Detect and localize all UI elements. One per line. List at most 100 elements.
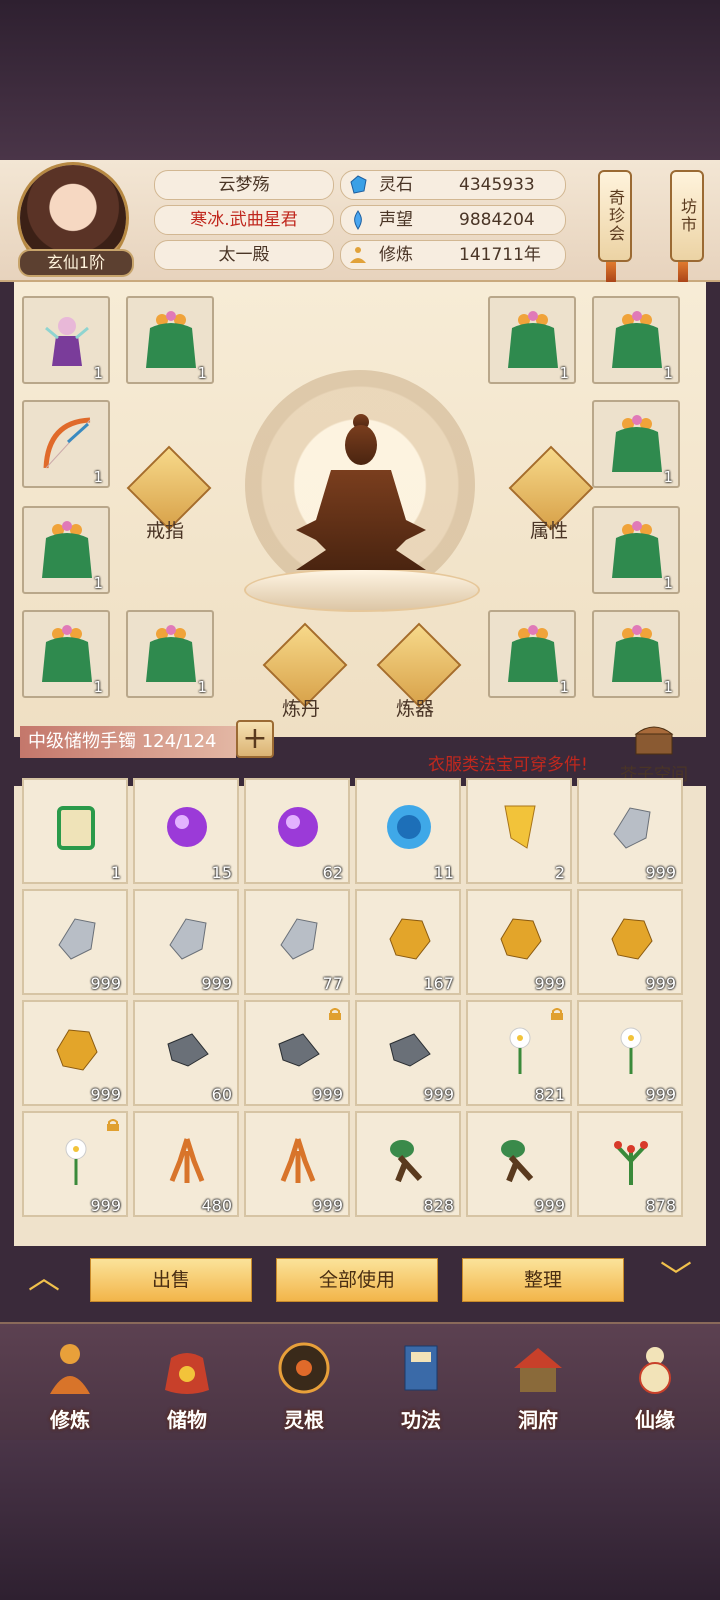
equip-slot[interactable]: 1 — [22, 610, 110, 698]
equip-slot[interactable]: 1 — [592, 400, 680, 488]
player-faction[interactable]: 太一殿 — [154, 240, 334, 270]
slot-quantity: 1 — [663, 678, 673, 696]
alchemy-label: 炼丹 — [282, 698, 321, 720]
item-quantity: 828 — [423, 1196, 454, 1215]
white-flower-icon — [65, 1138, 87, 1185]
stat-spirit-stone: 灵石 4345933 — [340, 170, 566, 200]
inventory-item[interactable]: 999 — [22, 889, 128, 995]
equip-slot[interactable]: 1 — [22, 400, 110, 488]
inventory-item[interactable]: 999 — [466, 889, 572, 995]
item-quantity: 999 — [534, 1196, 565, 1215]
item-quantity: 167 — [423, 974, 454, 993]
silver-ore-icon — [58, 918, 96, 960]
inventory-item[interactable]: 999 — [22, 1111, 128, 1217]
nav-label: 功法 — [401, 1408, 441, 1432]
slot-quantity: 1 — [663, 574, 673, 592]
expand-storage-button[interactable]: + — [236, 720, 274, 758]
inventory-item[interactable]: 999 — [577, 778, 683, 884]
slot-quantity: 1 — [197, 678, 207, 696]
inventory-item[interactable]: 1 — [22, 778, 128, 884]
nav-label: 灵根 — [284, 1408, 324, 1432]
inventory-item[interactable]: 878 — [577, 1111, 683, 1217]
scroll-down-arrow[interactable]: ﹀ — [656, 1261, 696, 1293]
market-button[interactable]: 坊市 — [670, 170, 704, 262]
equip-slot[interactable]: 1 — [126, 296, 214, 384]
red-berry-herb-icon — [614, 1141, 648, 1185]
item-quantity: 999 — [312, 1085, 343, 1104]
item-quantity: 2 — [554, 863, 565, 882]
inventory-item[interactable]: 480 — [133, 1111, 239, 1217]
item-quantity: 999 — [645, 1085, 676, 1104]
slot-quantity: 1 — [559, 364, 569, 382]
inventory-item[interactable]: 62 — [244, 778, 350, 884]
inventory-item[interactable]: 2 — [466, 778, 572, 884]
inventory-item[interactable]: 999 — [577, 1000, 683, 1106]
inventory-item[interactable]: 828 — [355, 1111, 461, 1217]
inventory-item[interactable]: 999 — [244, 1111, 350, 1217]
equip-slot[interactable]: 1 — [592, 296, 680, 384]
scroll-up-arrow[interactable]: ︿ — [24, 1261, 64, 1293]
inventory-item[interactable]: 11 — [355, 778, 461, 884]
ginseng-icon — [169, 1138, 205, 1183]
gold-ore-icon — [389, 918, 431, 960]
equip-slot[interactable]: 1 — [592, 506, 680, 594]
inventory-item[interactable]: 60 — [133, 1000, 239, 1106]
inventory-item[interactable]: 77 — [244, 889, 350, 995]
meditation-icon — [350, 247, 366, 263]
equip-slot[interactable]: 1 — [488, 296, 576, 384]
slot-quantity: 1 — [93, 364, 103, 382]
use-all-button[interactable]: 全部使用 — [276, 1258, 438, 1302]
rare-shop-button[interactable]: 奇珍会 — [598, 170, 632, 262]
stat-value: 141711年 — [459, 245, 541, 265]
item-quantity: 999 — [201, 974, 232, 993]
sort-button[interactable]: 整理 — [462, 1258, 624, 1302]
inventory-item[interactable]: 999 — [22, 1000, 128, 1106]
slot-quantity: 1 — [93, 574, 103, 592]
nav-item[interactable]: 修炼 — [14, 1326, 126, 1436]
equip-slot[interactable]: 1 — [22, 296, 110, 384]
nav-item[interactable]: 灵根 — [248, 1326, 360, 1436]
item-quantity: 480 — [201, 1196, 232, 1215]
attributes-label: 属性 — [530, 520, 569, 542]
slot-quantity: 1 — [559, 678, 569, 696]
item-quantity: 999 — [90, 1196, 121, 1215]
item-quantity: 15 — [211, 863, 232, 882]
inventory-item[interactable]: 821 — [466, 1000, 572, 1106]
item-quantity: 878 — [645, 1196, 676, 1215]
white-flower-icon — [509, 1027, 531, 1074]
nav-item[interactable]: 功法 — [365, 1326, 477, 1436]
equip-slot[interactable]: 1 — [22, 506, 110, 594]
leaf-robe-icon — [612, 521, 662, 578]
equip-slot[interactable]: 1 — [592, 610, 680, 698]
sell-button[interactable]: 出售 — [90, 1258, 252, 1302]
spirit-stone-icon — [350, 175, 367, 194]
cultivation-icon — [50, 1344, 90, 1394]
ginseng-icon — [280, 1138, 316, 1183]
nav-item[interactable]: 仙缘 — [599, 1326, 711, 1436]
inventory-item[interactable]: 167 — [355, 889, 461, 995]
inventory-item[interactable]: 999 — [133, 889, 239, 995]
nav-item[interactable]: 洞府 — [482, 1326, 594, 1436]
inventory-item[interactable]: 999 — [244, 1000, 350, 1106]
slot-quantity: 1 — [197, 364, 207, 382]
equip-slot[interactable]: 1 — [488, 610, 576, 698]
equip-notice: 衣服类法宝可穿多件! — [428, 755, 588, 775]
lock-icon — [329, 1008, 341, 1020]
nav-item[interactable]: 储物 — [131, 1326, 243, 1436]
gold-ore-icon — [56, 1029, 98, 1071]
item-quantity: 77 — [322, 974, 343, 993]
iron-ore-icon — [389, 1033, 431, 1067]
inventory-item[interactable]: 999 — [577, 889, 683, 995]
inventory-item[interactable]: 999 — [466, 1111, 572, 1217]
lock-icon — [107, 1119, 119, 1131]
iron-ore-icon — [167, 1033, 209, 1067]
storage-capacity[interactable]: 中级储物手镯 124/124 — [20, 726, 236, 758]
inventory-item[interactable]: 15 — [133, 778, 239, 884]
bottom-backdrop — [0, 1440, 720, 1600]
inventory-item[interactable]: 999 — [355, 1000, 461, 1106]
player-title[interactable]: 寒冰.武曲星君 — [154, 205, 334, 235]
treasure-chest-icon[interactable] — [630, 718, 678, 758]
equip-slot[interactable]: 1 — [126, 610, 214, 698]
slot-quantity: 1 — [93, 678, 103, 696]
gold-ore-icon — [611, 918, 653, 960]
